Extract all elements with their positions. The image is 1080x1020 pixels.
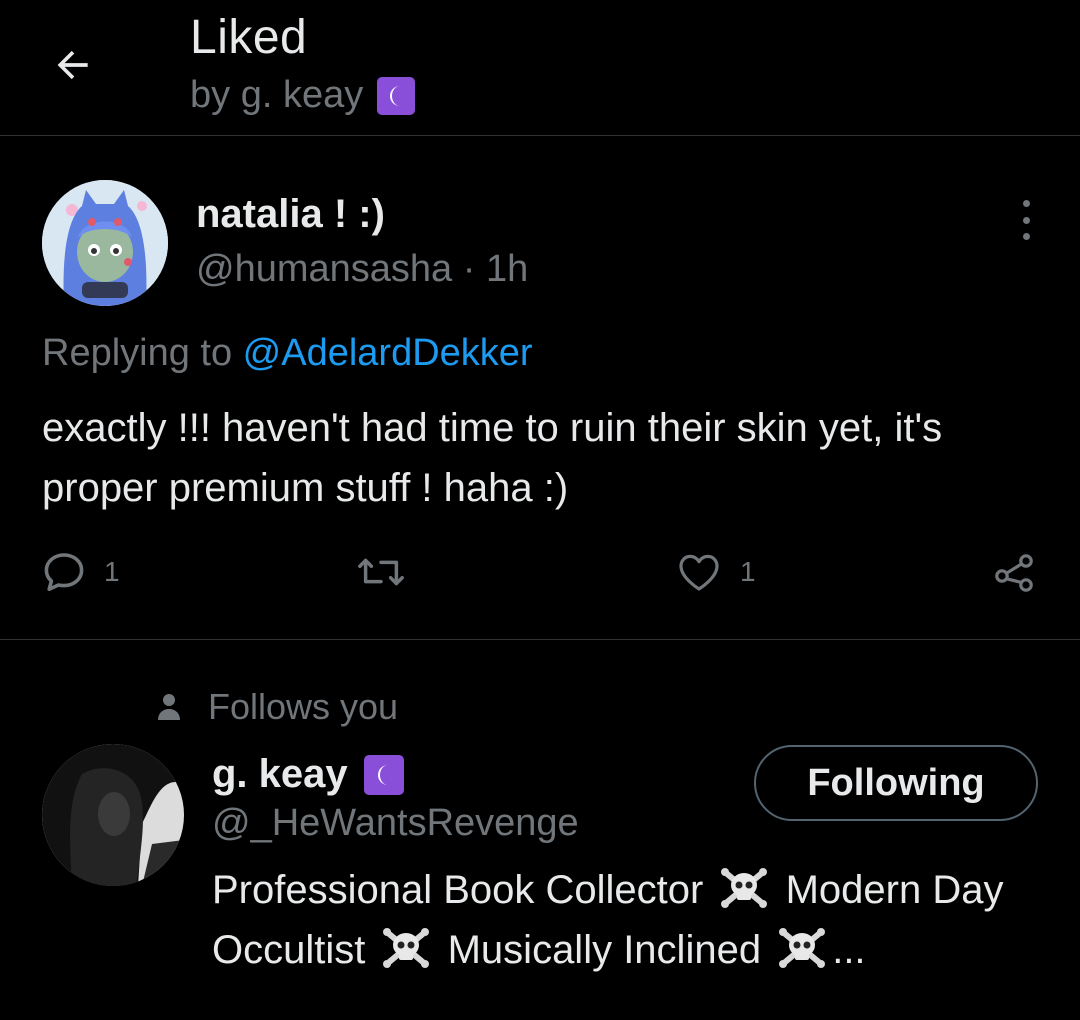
- tweet-timestamp: 1h: [485, 248, 529, 290]
- user-cell[interactable]: Follows you g. keay @_HeWantsRevenge Fol…: [0, 640, 1080, 1020]
- reply-button[interactable]: 1: [40, 542, 120, 602]
- tweet[interactable]: natalia ! :) @humansasha · 1h Replying t…: [0, 136, 1080, 640]
- tweet-separator: ·: [452, 248, 486, 290]
- avatar[interactable]: [42, 180, 168, 306]
- user-bio: Professional Book Collector Modern Day O…: [212, 860, 1052, 980]
- like-count: 1: [740, 556, 756, 587]
- more-options-icon[interactable]: [1016, 200, 1036, 240]
- share-button[interactable]: [990, 542, 1040, 602]
- bio-segment: Musically Inclined: [447, 928, 762, 972]
- page-subtitle: by g. keay: [190, 74, 416, 117]
- skull-crossbones-icon: [383, 928, 430, 968]
- crescent-moon-icon: [377, 76, 416, 115]
- tweet-display-name[interactable]: natalia ! :): [196, 192, 385, 237]
- share-icon: [995, 554, 1033, 592]
- follows-you-indicator: Follows you: [156, 686, 398, 728]
- crescent-moon-icon: [363, 754, 404, 795]
- user-handle[interactable]: @_HeWantsRevenge: [212, 802, 579, 845]
- page-title: Liked: [190, 11, 308, 64]
- skull-crossbones-icon: [779, 928, 826, 968]
- reply-mention-link[interactable]: @AdelardDekker: [243, 332, 533, 374]
- user-display-name-row: g. keay: [212, 752, 404, 797]
- skull-crossbones-icon: [721, 868, 768, 908]
- following-button[interactable]: Following: [754, 745, 1038, 821]
- avatar[interactable]: [42, 744, 184, 886]
- like-button[interactable]: 1: [674, 542, 756, 602]
- retweet-icon: [358, 558, 404, 586]
- follows-you-text: Follows you: [208, 686, 399, 727]
- arrow-left-icon: [57, 50, 88, 80]
- heart-icon: [679, 554, 719, 591]
- replying-prefix: Replying to: [42, 332, 243, 374]
- person-icon: [158, 694, 180, 720]
- tweet-handle-line: @humansasha · 1h: [196, 248, 528, 291]
- tweet-handle[interactable]: @humansasha: [196, 248, 452, 290]
- retweet-button[interactable]: [356, 542, 422, 602]
- reply-count: 1: [104, 556, 120, 587]
- bio-ellipsis: ...: [832, 928, 866, 972]
- page-subtitle-text: by g. keay: [190, 74, 364, 116]
- top-app-bar: Liked by g. keay: [0, 0, 1080, 136]
- back-button[interactable]: [44, 36, 102, 94]
- tweet-text: exactly !!! haven't had time to ruin the…: [42, 406, 943, 510]
- user-display-name[interactable]: g. keay: [212, 752, 348, 797]
- reply-icon: [44, 553, 84, 591]
- bio-segment: Professional Book Collector: [212, 868, 704, 912]
- replying-to: Replying to @AdelardDekker: [42, 332, 533, 375]
